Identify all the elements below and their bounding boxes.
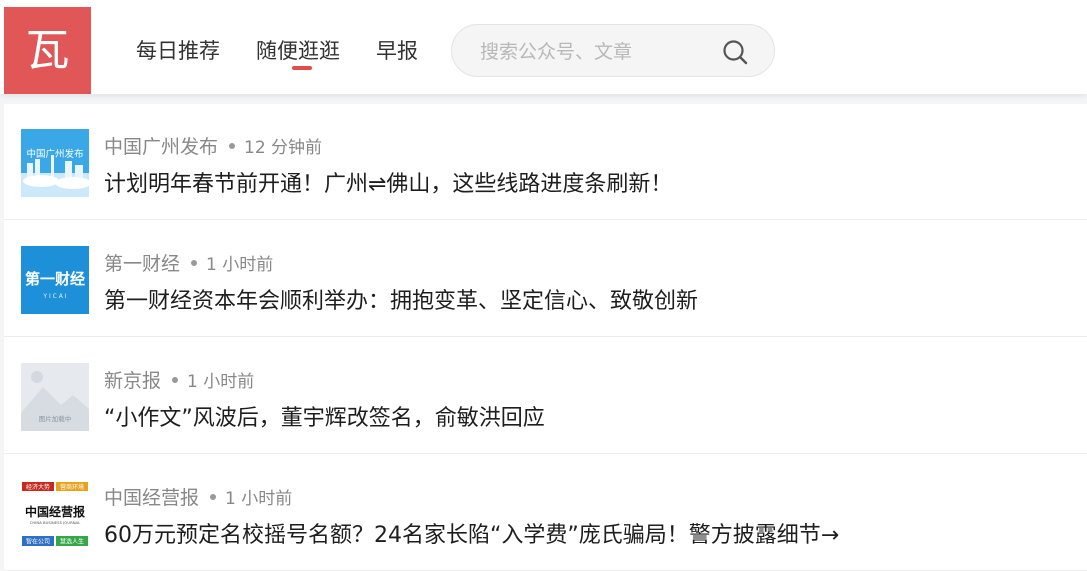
top-header: 瓦 每日推荐 随便逛逛 早报 — [0, 0, 1087, 94]
thumb-label: 第一财经 — [25, 270, 85, 288]
thumb-label: 中国广州发布 — [26, 148, 83, 160]
placeholder-image-icon: 图片加载中 — [21, 363, 89, 431]
svg-text:慧选人生: 慧选人生 — [60, 538, 84, 546]
nav-browse-random[interactable]: 随便逛逛 — [256, 34, 340, 70]
app-logo[interactable]: 瓦 — [4, 7, 91, 94]
article-item[interactable]: 第一财经 Y I C A I 第一财经 1 小时前 第一财经资本年会顺利举办：拥抱… — [4, 221, 1087, 337]
source-name[interactable]: 中国经营报 — [104, 487, 199, 509]
article-title[interactable]: “小作文”风波后，董宇辉改签名，俞敏洪回应 — [104, 400, 545, 432]
dot-separator — [229, 143, 236, 149]
publish-time: 1 小时前 — [206, 255, 274, 275]
article-item[interactable]: 图片加载中 新京报 1 小时前 “小作文”风波后，董宇辉改签名，俞敏洪回应 — [4, 338, 1087, 454]
svg-text:智在公司: 智在公司 — [26, 538, 50, 546]
account-avatar-guangzhou: 中国广州发布 — [21, 129, 89, 197]
article-item[interactable]: 经济大势 营商环境 中国经营报 CHINA BUSINESS JOURNAL 智… — [4, 455, 1087, 571]
article-title[interactable]: 60万元预定名校摇号名额？24名家长陷“入学费”庞氏骗局！警方披露细节→ — [104, 517, 839, 549]
source-name[interactable]: 中国广州发布 — [104, 136, 218, 158]
thumb-label: 图片加载中 — [39, 414, 72, 423]
article-meta: 第一财经 1 小时前 — [104, 249, 273, 276]
dot-separator — [210, 494, 217, 500]
article-title[interactable]: 计划明年春节前开通！广州⇌佛山，这些线路进度条刷新！ — [104, 166, 672, 198]
account-avatar-yicai: 第一财经 Y I C A I — [21, 246, 89, 314]
nav-morning-news[interactable]: 早报 — [376, 34, 418, 68]
search-box — [451, 24, 775, 77]
article-title[interactable]: 第一财经资本年会顺利举办：拥抱变革、坚定信心、致敬创新 — [104, 283, 698, 315]
article-meta: 中国经营报 1 小时前 — [104, 483, 292, 510]
article-meta: 新京报 1 小时前 — [104, 366, 254, 393]
search-input[interactable] — [478, 37, 702, 67]
article-feed: 中国广州发布 中国广州发布 12 分钟前 计划明年春节前开通！广州⇌佛山，这些线路… — [4, 104, 1087, 571]
publish-time: 1 小时前 — [225, 489, 293, 509]
publish-time: 1 小时前 — [187, 372, 255, 392]
source-name[interactable]: 第一财经 — [104, 253, 180, 275]
publish-time: 12 分钟前 — [244, 138, 323, 158]
svg-text:营商环境: 营商环境 — [60, 483, 84, 491]
article-meta: 中国广州发布 12 分钟前 — [104, 132, 322, 159]
source-name[interactable]: 新京报 — [104, 370, 161, 392]
search-icon[interactable] — [722, 39, 748, 65]
dot-separator — [172, 377, 179, 383]
svg-text:经济大势: 经济大势 — [26, 483, 50, 491]
thumb-label: 中国经营报 — [25, 504, 85, 519]
article-item[interactable]: 中国广州发布 中国广州发布 12 分钟前 计划明年春节前开通！广州⇌佛山，这些线路… — [4, 104, 1087, 220]
thumb-sublabel: Y I C A I — [42, 293, 66, 300]
svg-text:CHINA BUSINESS JOURNAL: CHINA BUSINESS JOURNAL — [30, 520, 81, 525]
dot-separator — [191, 260, 198, 266]
account-avatar-business-journal: 经济大势 营商环境 中国经营报 CHINA BUSINESS JOURNAL 智… — [21, 480, 89, 548]
nav-daily-recommend[interactable]: 每日推荐 — [136, 34, 220, 68]
